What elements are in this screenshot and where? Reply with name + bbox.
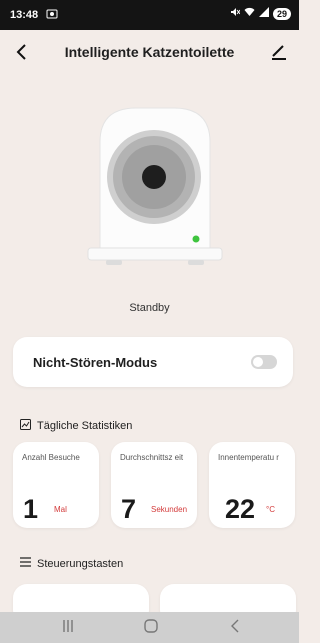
do-not-disturb-card: Nicht-Stören-Modus (13, 337, 293, 387)
daily-stats-heading: Tägliche Statistiken (20, 419, 132, 433)
system-nav-bar (0, 612, 299, 643)
edit-icon[interactable] (269, 42, 289, 62)
stat-unit: °C (266, 505, 275, 514)
power-indicator-light (192, 235, 200, 243)
controls-title: Steuerungstasten (37, 557, 124, 570)
stat-card-inner-temp: Innentemperatu r 22 °C (209, 442, 295, 528)
home-icon[interactable] (143, 618, 159, 639)
status-time: 13:48 (10, 9, 39, 21)
back-icon[interactable] (228, 618, 242, 639)
stat-value: 1 (23, 494, 39, 524)
recent-apps-icon[interactable] (61, 618, 75, 639)
stat-card-visits: Anzahl Besuche 1 Mal (13, 442, 99, 528)
litter-box-illustration (80, 100, 230, 270)
wifi-icon (244, 7, 255, 20)
mute-icon (230, 7, 241, 20)
stat-card-avg-time: Durchschnittsz eit 7 Sekunden (111, 442, 197, 528)
daily-stats-title: Tägliche Statistiken (37, 420, 133, 432)
stat-value: 22 (225, 494, 256, 524)
stat-label: Innentemperatu r (218, 453, 279, 462)
stat-unit: Sekunden (151, 505, 188, 514)
header: Intelligente Katzentoilette (0, 30, 299, 76)
stat-label: Durchschnittsz eit (120, 453, 184, 462)
stat-unit: Mal (54, 505, 67, 514)
list-icon (20, 557, 31, 570)
screenshot-icon (46, 8, 58, 23)
battery-indicator: 29 (272, 7, 291, 20)
signal-icon (258, 7, 269, 20)
do-not-disturb-toggle[interactable] (251, 355, 277, 369)
stats-chart-icon (20, 419, 31, 433)
stat-value: 7 (121, 494, 137, 524)
page-title: Intelligente Katzentoilette (64, 44, 235, 60)
stat-label: Anzahl Besuche (22, 453, 80, 462)
status-bar: 13:48 29 (0, 0, 299, 30)
device-status: Standby (129, 302, 170, 314)
do-not-disturb-label: Nicht-Stören-Modus (33, 355, 158, 370)
toggle-knob (253, 357, 263, 367)
controls-heading: Steuerungstasten (20, 557, 123, 570)
